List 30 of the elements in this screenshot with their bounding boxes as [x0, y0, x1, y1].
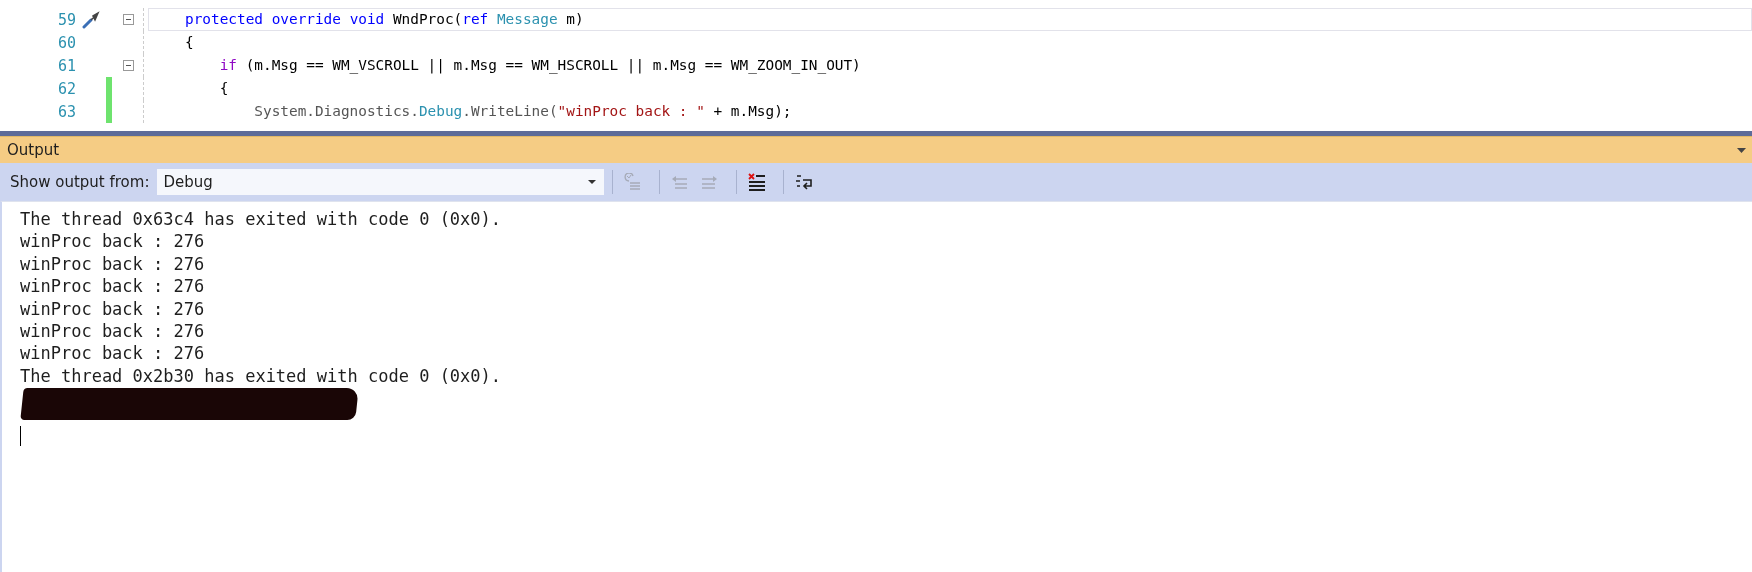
- word-wrap-icon: [795, 173, 814, 191]
- code-line: {: [184, 33, 195, 52]
- line-number: 59: [56, 10, 76, 29]
- output-line: winProc back : 276: [20, 252, 206, 276]
- collapse-icon[interactable]: [123, 60, 134, 71]
- output-line: The thread 0x2b30 has exited with code 0 (0x0).: [20, 364, 503, 388]
- brush-icon[interactable]: [82, 10, 100, 29]
- output-line: winProc back : 276: [20, 319, 206, 343]
- line-number: 60: [56, 33, 76, 52]
- code-line: if (m.Msg == WM_VSCROLL || m.Msg == WM_HSCROLL || m.Msg == WM_ZOOM_IN_OUT): [218, 56, 862, 76]
- collapse-icon[interactable]: [123, 14, 134, 25]
- clear-all-icon: [748, 173, 767, 191]
- output-line: winProc back : 276: [20, 342, 206, 365]
- line-number: 61: [56, 56, 76, 75]
- code-line: {: [218, 79, 230, 98]
- output-line: winProc back : 276: [20, 297, 206, 320]
- source-dropdown[interactable]: Debug: [157, 169, 605, 195]
- dropdown-caret-icon[interactable]: [1737, 147, 1746, 153]
- output-line: The thread 0x63c4 has exited with code 0 (0x0).: [20, 208, 503, 231]
- panel-title: Output: [7, 141, 60, 159]
- text-cursor: [20, 426, 21, 447]
- line-number: 63: [56, 102, 76, 121]
- find-source-icon: [624, 173, 643, 191]
- line-number: 62: [56, 79, 76, 98]
- output-line: winProc back : 276: [20, 275, 206, 298]
- caret-icon: [588, 180, 597, 184]
- code-line: System.Diagnostics.Debug.WriteLine("winProc back : " + m.Msg);: [253, 102, 793, 121]
- output-line: winProc back : 276: [20, 230, 206, 253]
- source-label: Show output from:: [10, 173, 150, 191]
- previous-message-icon: [671, 173, 690, 191]
